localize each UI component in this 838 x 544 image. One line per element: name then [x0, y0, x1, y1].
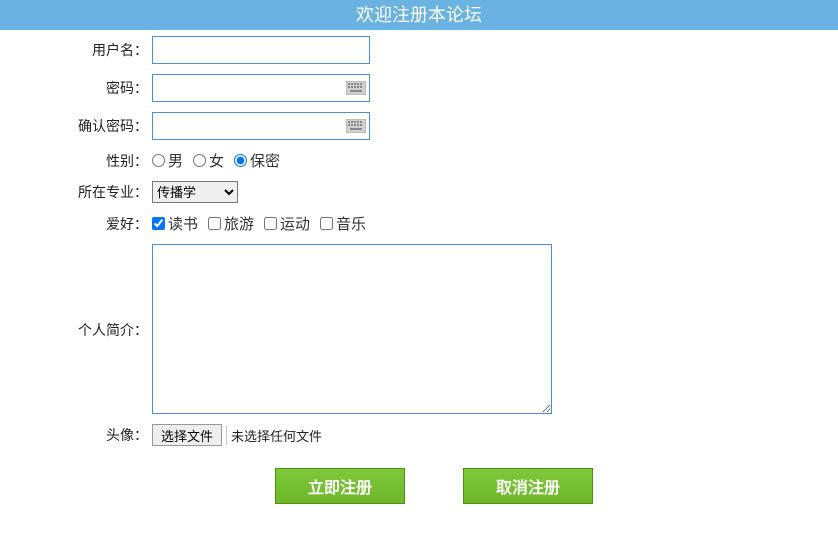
hobby-label: 爱好：	[0, 214, 152, 234]
cancel-button[interactable]: 取消注册	[463, 468, 593, 504]
hobby-option-music[interactable]: 音乐	[320, 213, 366, 234]
major-label: 所在专业：	[0, 182, 152, 202]
gender-option-secret[interactable]: 保密	[234, 150, 280, 171]
confirm-password-input[interactable]	[152, 112, 370, 140]
username-input[interactable]	[152, 36, 370, 64]
hobby-option-travel[interactable]: 旅游	[208, 213, 254, 234]
password-label: 密码：	[0, 78, 152, 98]
hobby-option-sports[interactable]: 运动	[264, 213, 310, 234]
bio-textarea[interactable]	[152, 244, 552, 414]
page-title: 欢迎注册本论坛	[0, 0, 838, 30]
gender-option-male[interactable]: 男	[152, 150, 183, 171]
bio-label: 个人简介：	[0, 244, 152, 340]
file-status-text: 未选择任何文件	[226, 425, 322, 445]
username-label: 用户名：	[0, 40, 152, 60]
confirm-password-label: 确认密码：	[0, 116, 152, 136]
password-input[interactable]	[152, 74, 370, 102]
submit-button[interactable]: 立即注册	[275, 468, 405, 504]
hobby-option-reading[interactable]: 读书	[152, 213, 198, 234]
gender-label: 性别：	[0, 151, 152, 171]
gender-radio-group: 男 女 保密	[152, 150, 838, 171]
registration-form: 用户名： 密码： 确认密码： 性别：	[0, 30, 838, 504]
gender-option-female[interactable]: 女	[193, 150, 224, 171]
major-select[interactable]: 传播学	[152, 181, 238, 203]
hobby-checkbox-group: 读书 旅游 运动 音乐	[152, 213, 838, 234]
avatar-label: 头像：	[0, 425, 152, 445]
choose-file-button[interactable]: 选择文件	[152, 424, 222, 446]
